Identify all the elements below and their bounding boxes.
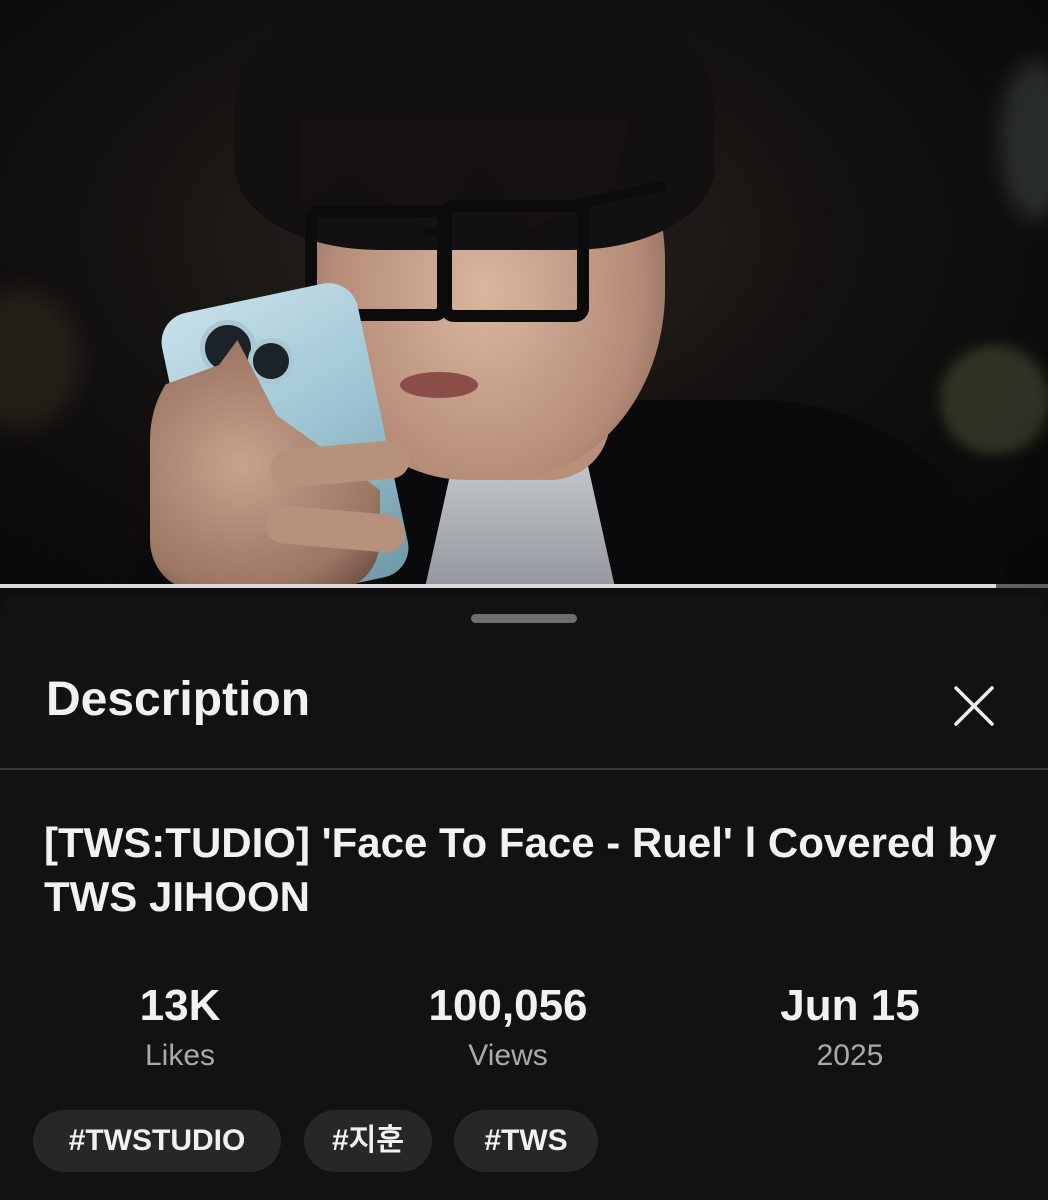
divider bbox=[0, 768, 1048, 770]
video-frame-glasses-bridge bbox=[425, 228, 447, 236]
video-progress-bar[interactable] bbox=[0, 584, 1048, 588]
close-icon bbox=[954, 686, 994, 726]
bokeh-light bbox=[0, 290, 80, 430]
hashtag-chip[interactable]: #TWSTUDIO bbox=[33, 1110, 281, 1172]
video-frame-glasses bbox=[440, 200, 589, 322]
publish-date-stat: Jun 15 2025 bbox=[720, 980, 980, 1076]
drag-handle[interactable] bbox=[471, 614, 577, 623]
video-progress-fill bbox=[0, 584, 996, 588]
likes-stat: 13K Likes bbox=[50, 980, 310, 1076]
publish-year: 2025 bbox=[816, 1039, 884, 1072]
views-stat: 100,056 Views bbox=[378, 980, 638, 1076]
bokeh-light bbox=[1000, 60, 1048, 220]
bokeh-light bbox=[940, 345, 1048, 455]
hashtag-chip[interactable]: #TWS bbox=[454, 1110, 598, 1172]
views-count: 100,056 bbox=[428, 981, 588, 1030]
likes-count: 13K bbox=[139, 981, 221, 1030]
views-label: Views bbox=[468, 1039, 548, 1072]
video-title: [TWS:TUDIO] 'Face To Face - Ruel' l Cove… bbox=[44, 819, 997, 920]
video-frame-lips bbox=[400, 372, 478, 398]
hashtag-chip[interactable]: #지훈 bbox=[304, 1110, 432, 1172]
likes-label: Likes bbox=[144, 1039, 216, 1072]
publish-date: Jun 15 bbox=[780, 981, 920, 1030]
sheet-title: Description bbox=[46, 673, 311, 726]
video-player[interactable] bbox=[0, 0, 1048, 588]
description-sheet: Description [TWS:TUDIO] 'Face To Face - … bbox=[0, 594, 1048, 1200]
close-button[interactable] bbox=[946, 678, 1002, 734]
